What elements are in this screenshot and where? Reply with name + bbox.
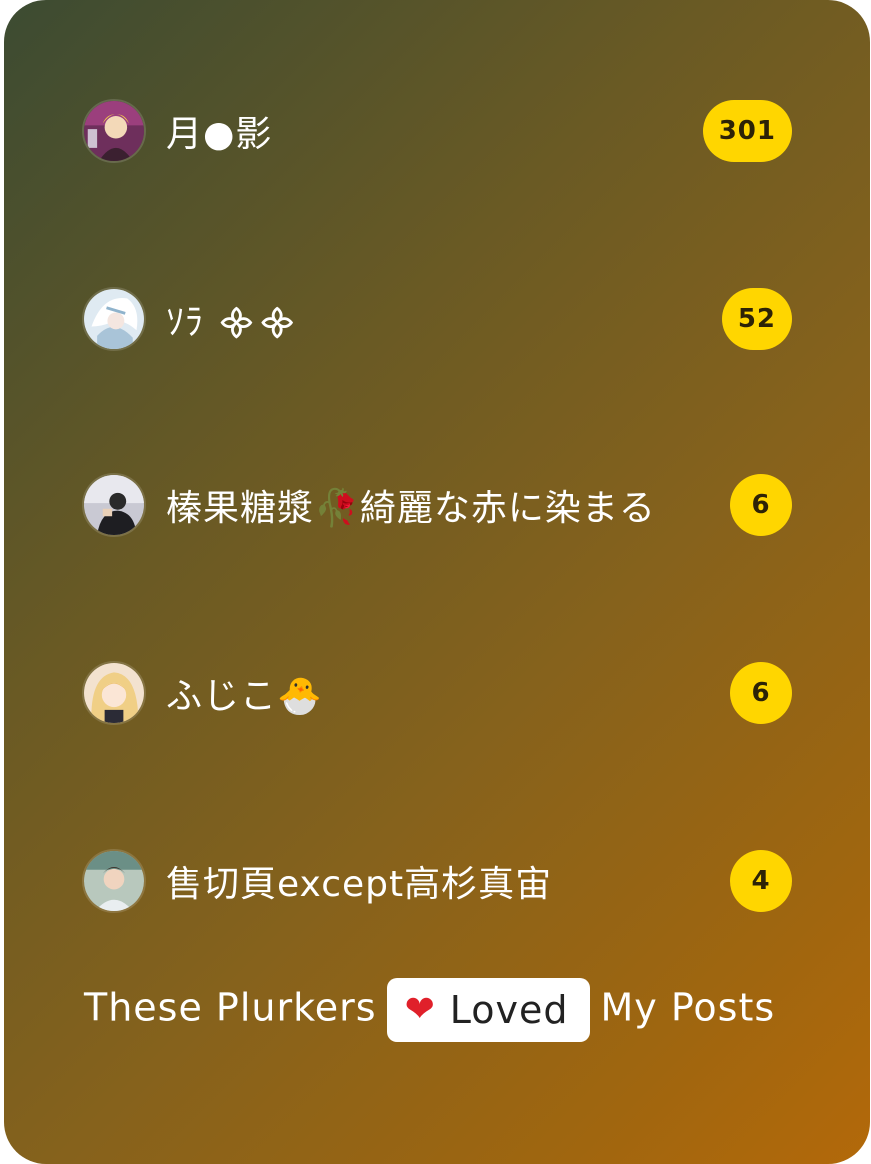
love-count-badge: 52	[721, 288, 792, 350]
avatar[interactable]	[82, 287, 146, 351]
plurker-name[interactable]: ｿﾗ ᯽᯽	[166, 293, 714, 345]
avatar-white-hair-character-icon	[84, 289, 144, 349]
avatar[interactable]	[82, 473, 146, 537]
plurker-name[interactable]: 售切頁except高杉真宙	[166, 855, 714, 907]
love-count-badge: 4	[730, 850, 792, 912]
avatar-blonde-character-icon	[84, 101, 144, 161]
loved-chip: ❤ Loved	[386, 978, 591, 1042]
plurker-name[interactable]: 月●影	[166, 105, 703, 157]
heart-icon: ❤	[404, 989, 436, 1030]
avatar-blonde-girl-icon	[84, 663, 144, 723]
top-plurkers-card: 月●影 301 ｿﾗ ᯽᯽ 52 榛果糖漿🥀綺麗な赤に染まる 6 ふじこ🐣 6 …	[4, 0, 870, 1164]
plurker-row[interactable]: ふじこ🐣 6	[82, 660, 792, 726]
plurker-name[interactable]: ふじこ🐣	[166, 667, 714, 719]
avatar-person-selfie-icon	[84, 851, 144, 911]
loved-label: Loved	[449, 988, 569, 1032]
plurker-name[interactable]: 榛果糖漿🥀綺麗な赤に染まる	[166, 479, 714, 531]
avatar[interactable]	[82, 99, 146, 163]
caption-before: These Plurkers	[84, 985, 377, 1030]
avatar[interactable]	[82, 849, 146, 913]
plurker-row[interactable]: 榛果糖漿🥀綺麗な赤に染まる 6	[82, 472, 792, 538]
loved-caption: These Plurkers ❤ Loved My Posts	[84, 978, 804, 1042]
plurker-row[interactable]: ｿﾗ ᯽᯽ 52	[82, 286, 792, 352]
caption-after: My Posts	[600, 985, 776, 1030]
love-count-badge: 6	[730, 662, 792, 724]
love-count-badge: 301	[702, 100, 792, 162]
love-count-badge: 6	[730, 474, 792, 536]
avatar-person-photo-icon	[84, 475, 144, 535]
avatar[interactable]	[82, 661, 146, 725]
plurker-row[interactable]: 售切頁except高杉真宙 4	[82, 848, 792, 914]
plurker-row[interactable]: 月●影 301	[82, 98, 792, 164]
